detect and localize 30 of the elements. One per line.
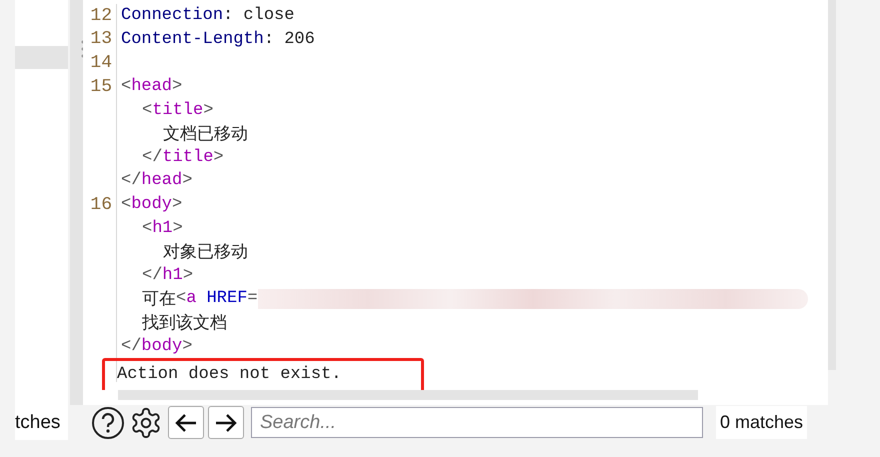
code-line: 可在<a HREF= [138, 287, 808, 310]
code-line: </title> [141, 148, 224, 167]
code-line: 对象已移动 [162, 242, 248, 264]
code-line: Connection: close [120, 6, 294, 26]
code-line: </body> [120, 336, 192, 356]
code-line: <body> [120, 195, 182, 214]
horizontal-scrollbar[interactable] [118, 390, 698, 400]
line-number: 13 [83, 28, 117, 52]
line-number: 12 [83, 4, 117, 28]
search-field[interactable]: Search... [251, 407, 703, 438]
help-button[interactable] [90, 405, 126, 440]
code-line: </head> [120, 171, 192, 190]
match-count: 0 matches [716, 406, 808, 439]
matches-label: tches [15, 405, 68, 440]
line-number: 15 [83, 74, 117, 98]
next-button[interactable] [208, 406, 244, 439]
code-line: Content-Length: 206 [120, 30, 315, 49]
code-line: <head> [120, 77, 182, 96]
code-line: <title> [141, 100, 214, 120]
left-arrow-icon [174, 412, 198, 432]
code-line: </h1> [141, 266, 194, 285]
right-arrow-icon [214, 412, 238, 432]
code-line: 文档已移动 [162, 124, 248, 146]
vertical-scrollbar[interactable] [828, 0, 836, 370]
code-line: <h1> [141, 218, 183, 238]
line-number: 16 [83, 192, 117, 216]
code-line: 找到该文档 [141, 312, 227, 334]
line-number: 14 [83, 51, 117, 75]
row-highlight [15, 46, 68, 69]
previous-button[interactable] [168, 406, 204, 439]
